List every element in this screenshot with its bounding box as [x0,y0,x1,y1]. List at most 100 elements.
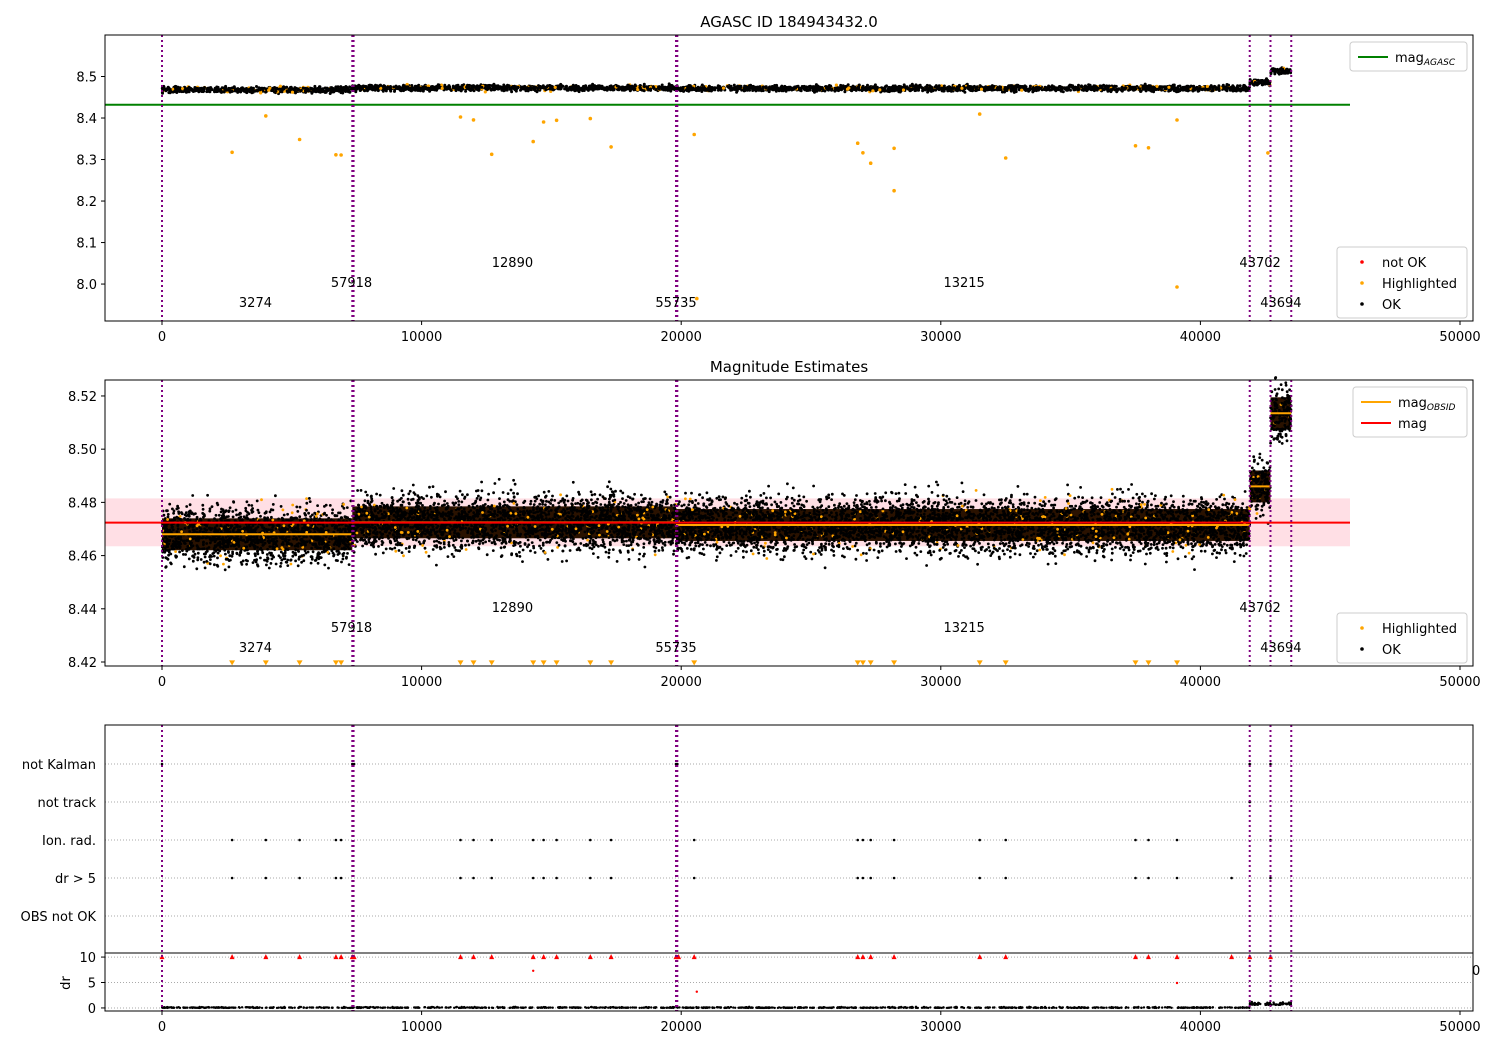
ok-point [185,548,189,552]
ok-point [1053,88,1056,91]
ok-point [557,84,561,88]
ok-point [240,563,244,566]
ok-point [332,553,336,557]
ok-point [893,84,897,88]
ok-point [914,85,918,89]
ok-point [213,563,216,567]
ok-point [1063,87,1067,91]
ok-point [1273,72,1277,76]
ok-point [1281,70,1285,74]
ok-point [204,523,207,526]
ok-point [514,89,518,93]
ok-point [467,83,471,87]
ok-point [1080,88,1084,92]
ok-point [1035,88,1039,92]
ok-point [256,549,259,553]
ok-point [426,88,429,91]
ok-point [224,536,228,539]
ok-point [802,84,806,88]
ok-point [963,90,967,94]
ok-point [192,512,196,516]
ok-point [191,90,195,93]
ok-point [330,537,334,541]
ok-point [171,528,175,532]
ok-point [657,87,661,91]
ok-point [954,88,958,92]
ok-point [651,85,655,89]
ok-point [198,536,202,539]
ok-point [1084,84,1087,88]
ok-point [983,89,987,93]
ok-point [264,558,268,562]
ok-point [219,517,223,521]
ok-point [338,552,341,555]
ok-point [218,549,222,553]
ok-point [169,552,173,556]
ok-point [951,86,954,90]
x-tick-label: 50000 [1439,330,1480,345]
highlighted-point [174,550,178,553]
ok-point [830,87,834,91]
x-tick-label: 20000 [661,330,702,345]
ok-point [784,87,788,91]
ok-point [244,527,248,531]
ok-point [223,548,227,552]
ok-point [172,511,176,515]
ok-point [1030,87,1034,91]
ok-point [277,517,280,521]
ok-point [250,504,254,507]
ok-point [165,88,169,92]
ok-point [990,88,994,92]
ok-point [764,86,768,90]
ok-point [247,524,251,528]
ok-point [664,88,668,92]
ok-point [498,85,502,89]
ok-point [393,89,396,93]
y-tick-label: 8.3 [76,154,97,169]
ok-point [735,90,739,94]
ok-point [330,524,334,527]
ok-point [340,560,343,564]
legend-point-marker [1360,281,1364,285]
ok-point [388,85,392,89]
ok-point [245,516,249,520]
ok-point [175,555,179,558]
ok-point [258,547,262,551]
ok-point [1056,87,1060,91]
ok-point [202,540,205,544]
ok-point [660,83,664,87]
ok-point [337,536,341,540]
ok-point [1238,84,1242,88]
ok-point [305,508,308,512]
ok-point [309,515,312,518]
ok-point [336,559,339,562]
ok-point [201,547,204,551]
ok-point [347,538,350,542]
ok-point [331,89,335,93]
ok-point [230,89,234,93]
ok-point [695,87,699,91]
ok-point [210,538,213,542]
ok-point [323,563,327,567]
ok-point [211,552,215,555]
ok-point [811,85,815,89]
ok-point [202,513,206,517]
ok-point [215,563,219,567]
ok-point [208,562,212,566]
axes-frame [104,34,1474,322]
ok-point [288,525,292,529]
ok-point [719,88,723,92]
ok-point [1231,86,1235,90]
ok-point [166,515,170,519]
ok-point [780,87,784,91]
x-tick-label: 30000 [920,330,961,345]
ok-point [1271,68,1275,72]
ok-point [244,506,248,510]
ok-point [176,506,180,510]
ok-point [252,517,255,521]
ok-point [296,510,300,513]
ok-point [640,88,644,92]
ok-point [1191,88,1195,92]
ok-point [411,86,415,90]
ok-point [332,543,336,546]
